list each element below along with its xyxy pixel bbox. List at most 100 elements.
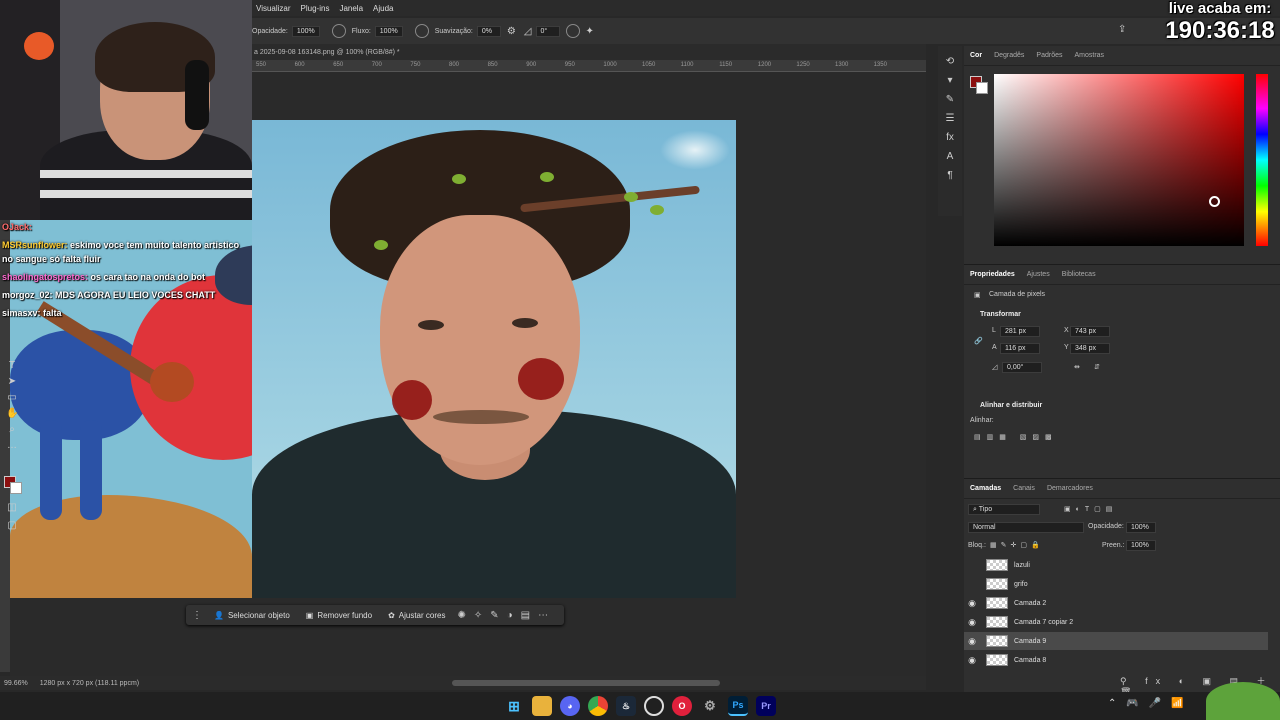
visibility-eye-icon[interactable]: ◉	[964, 655, 980, 666]
network-icon[interactable]: 📶	[1171, 698, 1183, 709]
menu-item[interactable]: Ajuda	[373, 4, 393, 13]
visibility-eye-icon[interactable]: ◉	[964, 636, 980, 647]
lock-label: Bloq.:	[968, 542, 986, 549]
color-panel-background[interactable]	[976, 82, 988, 94]
rectangle-tool-icon[interactable]: ▭	[6, 392, 18, 404]
tab-swatches[interactable]: Amostras	[1075, 52, 1105, 59]
zoom-level[interactable]: 99.66%	[4, 680, 28, 687]
fx-icon[interactable]: fx	[946, 132, 954, 143]
remove-background-button[interactable]: ▣ Remover fundo	[302, 609, 376, 622]
symmetry-icon[interactable]: ✦	[586, 26, 594, 37]
comment-icon[interactable]: ▾	[947, 75, 952, 86]
discord-icon[interactable]: ◕	[560, 696, 580, 716]
width-field[interactable]: 281 px	[1000, 326, 1040, 337]
menu-item[interactable]: Janela	[339, 4, 363, 13]
visibility-eye-icon[interactable]: ◉	[964, 617, 980, 628]
share-icon[interactable]: ⇪	[1118, 24, 1126, 35]
obs-icon[interactable]	[644, 696, 664, 716]
layer-filter-icons[interactable]: ▣◐T▢▤	[1064, 505, 1117, 513]
pressure-opacity-icon[interactable]	[331, 24, 346, 38]
pen-icon[interactable]: ✎	[490, 610, 498, 621]
visibility-eye-icon[interactable]: ◉	[964, 598, 980, 609]
layer-row[interactable]: ◉ Camada 2	[964, 594, 1268, 612]
tab-gradients[interactable]: Degradês	[994, 52, 1024, 59]
document-tab[interactable]: a 2025-09-08 163148.png @ 100% (RGB/8#) …	[254, 49, 400, 56]
y-field[interactable]: 348 px	[1070, 343, 1110, 354]
flip-horizontal-icon[interactable]: ⇹	[1074, 363, 1080, 371]
zoom-tool-icon[interactable]: ⌕	[6, 424, 18, 436]
layer-row[interactable]: ◉ Camada 8	[964, 651, 1268, 669]
angle-field[interactable]: 0°	[535, 25, 560, 37]
steam-icon[interactable]: ♨	[616, 696, 636, 716]
quick-mask-icon[interactable]: ◫	[6, 502, 18, 514]
tab-patterns[interactable]: Padrões	[1036, 52, 1062, 59]
transform-title[interactable]: Transformar	[980, 311, 1021, 318]
windows-start-icon[interactable]: ⊞	[504, 696, 524, 716]
paragraph-icon[interactable]: ¶	[947, 170, 952, 181]
chrome-icon[interactable]	[588, 696, 608, 716]
drag-handle-icon[interactable]: ⋮	[192, 610, 202, 621]
lock-icons[interactable]: ▦✎✛▢🔒	[990, 541, 1044, 549]
tab-libraries[interactable]: Bibliotecas	[1062, 271, 1096, 278]
layer-filter-select[interactable]: ⌕ Tipo	[968, 504, 1040, 515]
blend-mode-select[interactable]: Normal	[968, 522, 1084, 533]
premiere-icon[interactable]: Pr	[756, 696, 776, 716]
chevron-up-icon[interactable]: ⌃	[1108, 698, 1116, 709]
character-icon[interactable]: A	[947, 151, 954, 162]
file-explorer-icon[interactable]	[532, 696, 552, 716]
photoshop-icon[interactable]: Ps	[728, 696, 748, 716]
link-icon[interactable]: 🔗	[974, 337, 983, 345]
ruler-tick-label: 1000	[603, 62, 617, 68]
height-field[interactable]: 116 px	[1000, 343, 1040, 354]
fill-field[interactable]: 100%	[1126, 540, 1156, 551]
history-icon[interactable]: ⟲	[946, 56, 954, 67]
opacity-field[interactable]: 100%	[291, 25, 320, 37]
select-subject-button[interactable]: 👤 Selecionar objeto	[210, 609, 294, 622]
color-field[interactable]	[994, 74, 1244, 246]
more-icon[interactable]: ⋯	[538, 610, 548, 621]
flip-vertical-icon[interactable]: ⇵	[1094, 363, 1100, 371]
flow-field[interactable]: 100%	[374, 25, 403, 37]
opera-icon[interactable]: O	[672, 696, 692, 716]
align-buttons[interactable]: ▤▥▦ ▧▨▩	[974, 433, 1058, 441]
adjustments-icon[interactable]: ☰	[946, 113, 955, 124]
path-select-icon[interactable]: ➤	[6, 376, 18, 388]
gear-icon[interactable]: ⚙	[507, 26, 516, 37]
pressure-size-icon[interactable]	[565, 24, 580, 38]
hand-tool-icon[interactable]: ✋	[6, 408, 18, 420]
hue-slider[interactable]	[1256, 74, 1268, 246]
x-field[interactable]: 743 px	[1070, 326, 1110, 337]
horizontal-scrollbar[interactable]	[452, 680, 720, 686]
more-tools-icon[interactable]: …	[6, 440, 18, 452]
microphone-icon[interactable]: 🎤	[1149, 698, 1161, 709]
mask-icon[interactable]: ◑	[507, 610, 513, 621]
angle-field[interactable]: 0,00°	[1002, 362, 1042, 373]
tab-adjustments[interactable]: Ajustes	[1027, 271, 1050, 278]
layer-row[interactable]: grifo	[964, 575, 1268, 593]
menu-item[interactable]: Plug-ins	[301, 4, 330, 13]
airbrush-icon[interactable]	[414, 24, 429, 38]
tab-layers[interactable]: Camadas	[970, 485, 1001, 492]
menu-item[interactable]: Visualizar	[256, 4, 291, 13]
tab-channels[interactable]: Canais	[1013, 485, 1035, 492]
tab-properties[interactable]: Propriedades	[970, 271, 1015, 278]
brush-settings-icon[interactable]: ✎	[946, 94, 954, 105]
layer-row[interactable]: ◉ Camada 9	[964, 632, 1268, 650]
layer-icon[interactable]: ▤	[521, 610, 530, 621]
controller-icon[interactable]: 🎮	[1126, 698, 1138, 709]
color-picker-handle[interactable]	[1209, 196, 1220, 207]
magic-icon[interactable]: ✧	[474, 610, 482, 621]
settings-icon[interactable]: ⚙	[700, 696, 720, 716]
type-tool-icon[interactable]: T	[6, 360, 18, 372]
smoothing-field[interactable]: 0%	[476, 25, 501, 37]
align-title[interactable]: Alinhar e distribuir	[980, 402, 1042, 409]
tab-color[interactable]: Cor	[970, 52, 982, 59]
layer-row[interactable]: ◉ Camada 7 copiar 2	[964, 613, 1268, 631]
screen-mode-icon[interactable]: ▢	[6, 520, 18, 532]
adjust-colors-button[interactable]: ✿ Ajustar cores	[384, 609, 449, 622]
tab-paths[interactable]: Demarcadores	[1047, 485, 1093, 492]
layer-row[interactable]: lazuli	[964, 556, 1268, 574]
layer-opacity-field[interactable]: 100%	[1126, 522, 1156, 533]
sparkle-icon[interactable]: ✺	[457, 610, 465, 621]
background-color-swatch[interactable]	[10, 482, 22, 494]
